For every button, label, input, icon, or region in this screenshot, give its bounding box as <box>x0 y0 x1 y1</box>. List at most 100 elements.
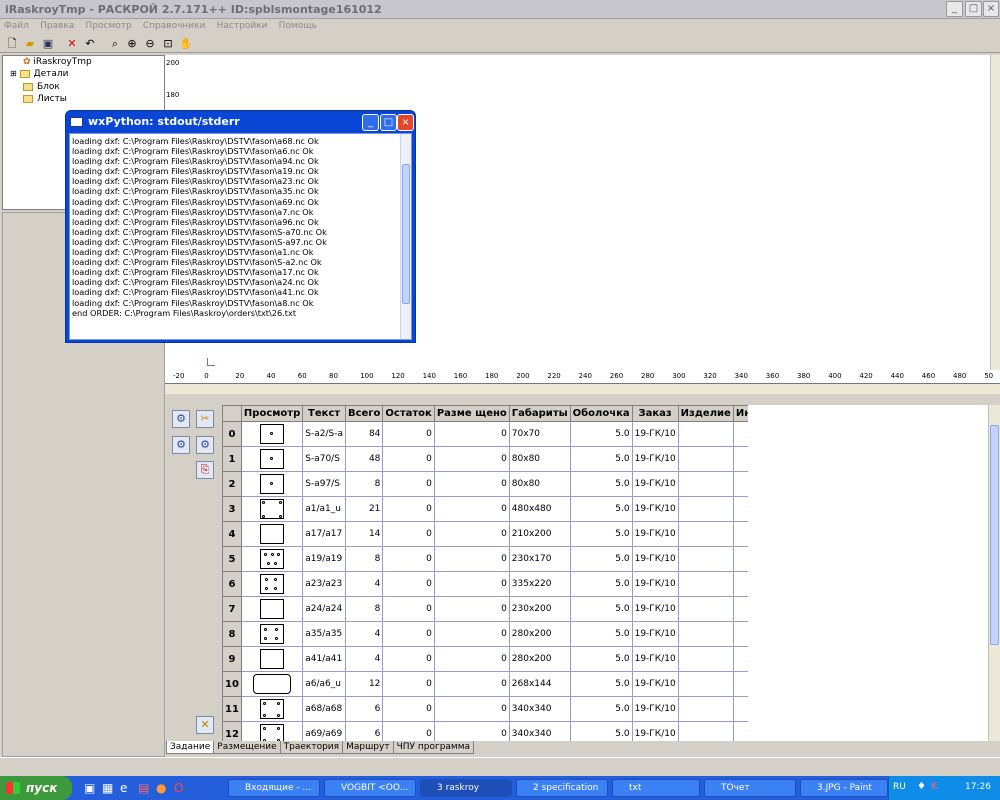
cell-size[interactable]: 280x200 <box>508 646 571 672</box>
tree-item-sheets[interactable]: Листы <box>23 94 67 104</box>
cell-shell[interactable]: 5.0 <box>569 521 633 547</box>
cell-placed[interactable]: 0 <box>433 521 510 547</box>
tab-placement[interactable]: Размещение <box>213 741 281 754</box>
table-row[interactable]: 4 a17/a17 14 0 0 210x200 5.0 19-ГК/10 <box>222 521 748 547</box>
task-report[interactable]: ТОчет <box>704 779 796 797</box>
cell-placed[interactable]: 0 <box>433 671 510 697</box>
cell-placed[interactable]: 0 <box>433 446 510 472</box>
col-header[interactable]: Инфо о детали <box>732 405 748 422</box>
row-number[interactable]: 8 <box>222 621 242 647</box>
cell-order[interactable]: 19-ГК/10 <box>631 521 679 547</box>
cell-size[interactable]: 210x200 <box>508 521 571 547</box>
cell-size[interactable]: 340x340 <box>508 721 571 743</box>
cell-size[interactable]: 340x340 <box>508 696 571 722</box>
log-textarea[interactable]: loading dxf: C:\Program Files\Raskroy\DS… <box>69 133 412 340</box>
cell-info[interactable] <box>732 596 748 622</box>
cell-shell[interactable]: 5.0 <box>569 546 633 572</box>
row-number[interactable]: 9 <box>222 646 242 672</box>
cell-total[interactable]: 14 <box>344 521 384 547</box>
cell-rest[interactable]: 0 <box>382 471 435 497</box>
table-row[interactable]: 10 a6/a6_u 12 0 0 268x144 5.0 19-ГК/10 <box>222 671 748 697</box>
delete-icon[interactable]: ✕ <box>65 37 79 51</box>
cell-product[interactable] <box>677 646 734 672</box>
cell-shell[interactable]: 5.0 <box>569 671 633 697</box>
pan-hand-icon[interactable]: ✋ <box>179 37 193 51</box>
cell-shell[interactable]: 5.0 <box>569 696 633 722</box>
scroll-thumb[interactable] <box>990 425 999 645</box>
cell-text[interactable]: a17/a17 <box>302 521 346 547</box>
cell-text[interactable]: a68/a68 <box>302 696 346 722</box>
table-row[interactable]: 5 a19/a19 8 0 0 230x170 5.0 19-ГК/10 <box>222 546 748 572</box>
cell-rest[interactable]: 0 <box>382 671 435 697</box>
canvas-vertical-scrollbar[interactable] <box>990 55 1000 370</box>
row-number[interactable]: 11 <box>222 696 242 722</box>
row-number[interactable]: 10 <box>222 671 242 697</box>
tab-task[interactable]: Задание <box>166 741 215 754</box>
cell-total[interactable]: 4 <box>344 571 384 597</box>
tab-trajectory[interactable]: Траектория <box>279 741 344 754</box>
cell-order[interactable]: 19-ГК/10 <box>631 646 679 672</box>
cell-text[interactable]: S-a97/S <box>302 471 346 497</box>
task-raskroy[interactable]: 3 raskroy <box>420 779 512 797</box>
cell-info[interactable] <box>732 546 748 572</box>
quicklaunch-desktop-icon[interactable]: ▣ <box>84 781 95 795</box>
cell-order[interactable]: 19-ГК/10 <box>631 546 679 572</box>
cell-product[interactable] <box>677 571 734 597</box>
cell-text[interactable]: a23/a23 <box>302 571 346 597</box>
cell-product[interactable] <box>677 621 734 647</box>
cell-placed[interactable]: 0 <box>433 596 510 622</box>
cell-rest[interactable]: 0 <box>382 571 435 597</box>
cell-order[interactable]: 19-ГК/10 <box>631 421 679 447</box>
tree-item-details[interactable]: ⊞ Детали <box>10 69 69 79</box>
stdout-window[interactable]: wxPython: stdout/stderr _ □ × loading dx… <box>65 110 416 343</box>
language-indicator[interactable]: RU <box>893 782 906 792</box>
cell-rest[interactable]: 0 <box>382 646 435 672</box>
menu-edit[interactable]: Правка <box>36 19 78 33</box>
table-row[interactable]: 3 a1/a1_u 21 0 0 480x480 5.0 19-ГК/10 <box>222 496 748 522</box>
cell-size[interactable]: 268x144 <box>508 671 571 697</box>
quicklaunch-tool-icon[interactable]: ▤ <box>138 781 149 795</box>
col-header[interactable]: Разме щено <box>433 405 510 422</box>
cell-size[interactable]: 480x480 <box>508 496 571 522</box>
zoom-fit-icon[interactable]: ⊡ <box>161 37 175 51</box>
col-header[interactable]: Текст <box>302 405 346 422</box>
cell-info[interactable] <box>732 496 748 522</box>
cell-shell[interactable]: 5.0 <box>569 621 633 647</box>
cell-rest[interactable]: 0 <box>382 521 435 547</box>
col-header[interactable]: Заказ <box>631 405 679 422</box>
antivirus-icon[interactable]: K <box>931 781 938 792</box>
table-row[interactable]: 1 S-a70/S 48 0 0 80x80 5.0 19-ГК/10 <box>222 446 748 472</box>
cell-size[interactable]: 80x80 <box>508 446 571 472</box>
cell-shell[interactable]: 5.0 <box>569 496 633 522</box>
cell-placed[interactable]: 0 <box>433 621 510 647</box>
cell-total[interactable]: 8 <box>344 596 384 622</box>
save-icon[interactable]: ▣ <box>41 37 55 51</box>
cell-info[interactable] <box>732 571 748 597</box>
menu-help[interactable]: Помощь <box>275 19 321 33</box>
cell-order[interactable]: 19-ГК/10 <box>631 471 679 497</box>
cell-text[interactable]: S-a2/S-a <box>302 421 346 447</box>
row-number[interactable]: 7 <box>222 596 242 622</box>
cell-info[interactable] <box>732 621 748 647</box>
col-header[interactable]: Габариты <box>508 405 571 422</box>
popup-close-button[interactable]: × <box>397 114 414 131</box>
task-vogbit[interactable]: VOGBIT <OO... <box>324 779 416 797</box>
col-header[interactable]: Изделие <box>677 405 734 422</box>
cell-placed[interactable]: 0 <box>433 471 510 497</box>
table-row[interactable]: 12 a69/a69 6 0 0 340x340 5.0 19-ГК/10 <box>222 721 748 743</box>
cell-placed[interactable]: 0 <box>433 646 510 672</box>
cell-order[interactable]: 19-ГК/10 <box>631 721 679 743</box>
row-number[interactable]: 4 <box>222 521 242 547</box>
tray-icon[interactable]: ♦ <box>917 781 926 792</box>
task-paint[interactable]: 3.JPG - Paint <box>800 779 888 797</box>
cell-product[interactable] <box>677 471 734 497</box>
cell-info[interactable] <box>732 721 748 743</box>
maximize-button[interactable]: □ <box>965 1 982 17</box>
menu-view[interactable]: Просмотр <box>82 19 136 33</box>
table-row[interactable]: 7 a24/a24 8 0 0 230x200 5.0 19-ГК/10 <box>222 596 748 622</box>
cell-product[interactable] <box>677 421 734 447</box>
cell-product[interactable] <box>677 446 734 472</box>
menu-references[interactable]: Справочники <box>139 19 210 33</box>
cell-product[interactable] <box>677 496 734 522</box>
cell-text[interactable]: S-a70/S <box>302 446 346 472</box>
